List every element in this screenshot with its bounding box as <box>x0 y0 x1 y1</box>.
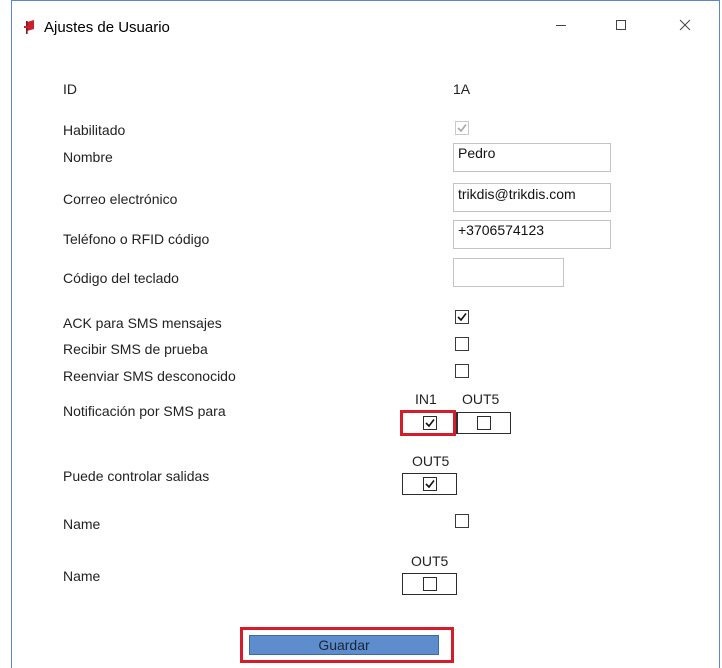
minimize-icon <box>556 25 566 26</box>
maximize-icon <box>616 20 626 30</box>
user-settings-window: Ajustes de Usuario ID 1A Habilitado Nomb… <box>11 0 720 668</box>
window-title: Ajustes de Usuario <box>44 19 170 36</box>
check-icon <box>425 419 435 428</box>
keypad-code-field[interactable] <box>453 258 564 287</box>
title-bar[interactable]: Ajustes de Usuario <box>12 1 719 49</box>
close-button[interactable] <box>662 9 708 41</box>
name-flag-2-out5-checkbox[interactable] <box>423 577 437 591</box>
enabled-checkbox[interactable] <box>455 121 469 135</box>
email-field[interactable]: trikdis@trikdis.com <box>453 183 611 212</box>
id-label: ID <box>63 81 77 97</box>
name-flag-1-label: Name <box>63 516 101 532</box>
ack-sms-checkbox[interactable] <box>455 310 469 324</box>
keypad-code-label: Código del teclado <box>63 270 179 286</box>
email-label: Correo electrónico <box>63 191 178 207</box>
sms-notification-out5-label: OUT5 <box>462 391 500 407</box>
sms-notification-in1-label: IN1 <box>415 391 437 407</box>
name-flag-2-out5-cell <box>402 573 457 595</box>
ack-sms-label: ACK para SMS mensajes <box>63 315 222 331</box>
name-flag-2-out5-label: OUT5 <box>411 553 449 569</box>
control-out5-label: OUT5 <box>412 453 450 469</box>
name-value: Pedro <box>458 145 496 161</box>
email-value: trikdis@trikdis.com <box>458 186 576 202</box>
maximize-button[interactable] <box>598 9 644 41</box>
close-icon <box>679 19 691 31</box>
phone-field[interactable]: +3706574123 <box>453 220 611 249</box>
forward-unknown-sms-checkbox[interactable] <box>455 364 469 378</box>
minimize-button[interactable] <box>538 9 584 41</box>
can-control-outputs-label: Puede controlar salidas <box>63 468 210 484</box>
sms-notification-label: Notificación por SMS para <box>63 403 226 419</box>
name-label: Nombre <box>63 149 113 165</box>
name-field[interactable]: Pedro <box>453 143 611 172</box>
enabled-label: Habilitado <box>63 122 126 138</box>
check-icon <box>457 124 467 133</box>
app-icon <box>24 20 34 34</box>
name-flag-2-label: Name <box>63 568 101 584</box>
sms-notification-out5-checkbox[interactable] <box>477 416 491 430</box>
phone-label: Teléfono o RFID código <box>63 231 210 247</box>
phone-value: +3706574123 <box>458 222 545 238</box>
check-icon <box>425 480 435 489</box>
check-icon <box>457 313 467 322</box>
test-sms-label: Recibir SMS de prueba <box>63 341 208 357</box>
sms-notification-in1-cell <box>402 412 457 434</box>
control-out5-checkbox[interactable] <box>423 477 437 491</box>
control-out5-cell <box>402 473 457 495</box>
sms-notification-in1-checkbox[interactable] <box>423 416 437 430</box>
test-sms-checkbox[interactable] <box>455 337 469 351</box>
save-button[interactable]: Guardar <box>249 635 439 655</box>
name-flag-1-checkbox[interactable] <box>455 514 469 528</box>
sms-notification-out5-cell <box>457 412 511 434</box>
id-value: 1A <box>453 81 471 97</box>
forward-unknown-sms-label: Reenviar SMS desconocido <box>63 368 236 384</box>
